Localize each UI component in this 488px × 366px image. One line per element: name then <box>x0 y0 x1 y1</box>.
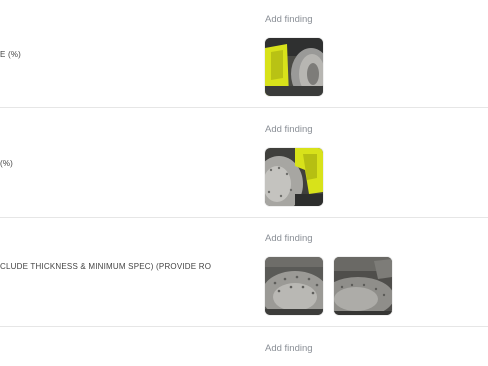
add-finding-link[interactable]: Add finding <box>265 14 313 25</box>
caliper-photo-image <box>265 148 323 206</box>
inspection-item-label: E (%) <box>0 50 21 59</box>
row-divider <box>0 217 488 218</box>
row-divider <box>0 107 488 108</box>
add-finding-link[interactable]: Add finding <box>265 124 313 135</box>
rotor-photo-image <box>265 257 323 315</box>
finding-photo-thumbnail[interactable] <box>265 38 323 96</box>
finding-photo-thumbnail[interactable] <box>265 257 323 315</box>
add-finding-link[interactable]: Add finding <box>265 343 313 354</box>
finding-photo-thumbnail[interactable] <box>265 148 323 206</box>
inspection-item-label: (%) <box>0 159 14 168</box>
finding-photo-thumbnail[interactable] <box>334 257 392 315</box>
caliper-photo-image <box>265 38 323 96</box>
add-finding-link[interactable]: Add finding <box>265 233 313 244</box>
rotor-photo-image <box>334 257 392 315</box>
inspection-item-label: CLUDE THICKNESS & MINIMUM SPEC) (PROVIDE… <box>0 262 212 271</box>
row-divider <box>0 326 488 327</box>
